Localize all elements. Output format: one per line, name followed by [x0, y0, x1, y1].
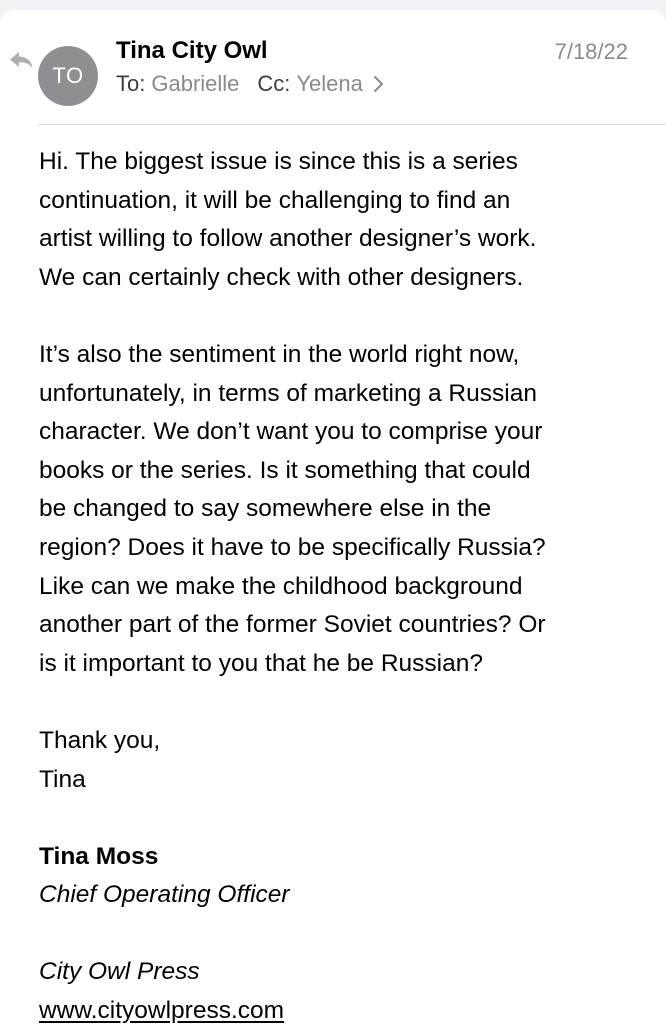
- body-line: region? Does it have to be specifically …: [39, 533, 546, 561]
- cc-recipient[interactable]: Yelena: [296, 70, 362, 98]
- to-recipient[interactable]: Gabrielle: [151, 70, 239, 98]
- message-date: 7/18/22: [554, 39, 628, 64]
- body-line: Tina: [39, 765, 86, 793]
- to-label: To:: [116, 71, 146, 96]
- signature-website-link[interactable]: www.cityowlpress.com: [39, 997, 284, 1024]
- chevron-right-icon[interactable]: [369, 74, 387, 94]
- body-line: unfortunately, in terms of marketing a R…: [39, 379, 537, 407]
- body-line: We can certainly check with other design…: [39, 263, 524, 291]
- signature-name: Tina Moss: [39, 842, 159, 870]
- sender-name[interactable]: Tina City Owl: [116, 36, 268, 66]
- body-line: books or the series. Is it something tha…: [39, 456, 531, 484]
- signature-title: Chief Operating Officer: [39, 881, 290, 909]
- body-line: It’s also the sentiment in the world rig…: [39, 340, 520, 368]
- body-line: be changed to say somewhere else in the: [39, 495, 492, 523]
- body-line: artist willing to follow another designe…: [39, 225, 537, 253]
- signature-company: City Owl Press: [39, 958, 200, 986]
- body-line: Like can we make the childhood backgroun…: [39, 572, 523, 600]
- body-line: continuation, it will be challenging to …: [39, 186, 511, 214]
- reply-arrow-icon[interactable]: [8, 50, 34, 70]
- body-line: another part of the former Soviet countr…: [39, 611, 546, 639]
- signature-website-line: www.cityowlpress.com: [39, 992, 639, 1024]
- sender-avatar[interactable]: TO: [38, 46, 98, 106]
- message-body: Hi. The biggest issue is since this is a…: [39, 143, 639, 1024]
- body-line: character. We don’t want you to comprise…: [39, 418, 543, 446]
- avatar-initials: TO: [52, 63, 84, 88]
- cc-label: Cc:: [257, 71, 291, 96]
- body-line: Thank you,: [39, 726, 161, 754]
- body-line: Hi. The biggest issue is since this is a…: [39, 148, 518, 175]
- body-line: is it important to you that he be Russia…: [39, 649, 483, 677]
- recipients-row[interactable]: To: Gabrielle Cc: Yelena: [116, 70, 387, 98]
- email-message-card: TO Tina City Owl 7/18/22 To: Gabrielle C…: [0, 10, 666, 1024]
- header-divider: [38, 124, 666, 125]
